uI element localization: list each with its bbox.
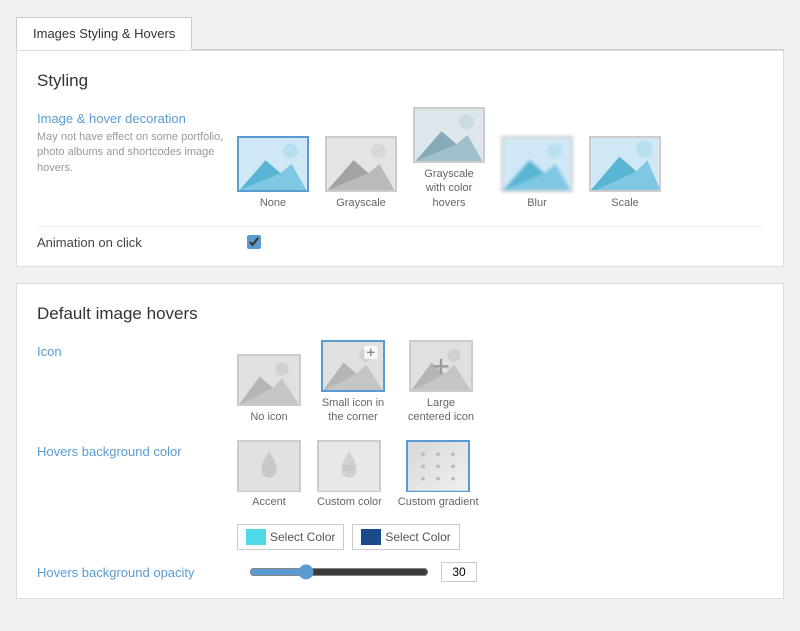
icon-label: Icon — [37, 344, 237, 359]
decoration-label-col: Image & hover decoration May not have ef… — [37, 107, 237, 176]
swatch-1 — [246, 529, 266, 545]
select-color-label-1: Select Color — [270, 530, 335, 544]
tile-no-icon — [237, 354, 301, 406]
option-no-icon-label: No icon — [250, 410, 287, 424]
bg-color-options: Accent Custom color — [237, 440, 479, 508]
divider1 — [37, 226, 763, 227]
animation-label: Animation on click — [37, 235, 237, 250]
bg-color-label-col: Hovers background color — [37, 440, 237, 459]
animation-checkbox[interactable] — [247, 235, 261, 249]
select-color-btn-2[interactable]: Select Color — [352, 524, 459, 550]
tile-grayscale-color — [413, 107, 485, 163]
option-blur[interactable]: Blur — [501, 136, 573, 210]
bg-color-row: Hovers background color Accent — [37, 440, 763, 508]
decoration-label: Image & hover decoration — [37, 111, 237, 126]
icon-options: No icon — [237, 340, 477, 425]
tile-accent — [237, 440, 301, 492]
option-grayscale-color[interactable]: Grayscale with color hovers — [413, 107, 485, 210]
tile-custom-gradient — [406, 440, 470, 492]
tile-large-icon — [409, 340, 473, 392]
option-none[interactable]: None — [237, 136, 309, 210]
decoration-desc: May not have effect on some portfolio, p… — [37, 130, 237, 176]
option-custom-color-label: Custom color — [317, 496, 382, 508]
option-none-label: None — [260, 196, 286, 210]
tile-small-icon — [321, 340, 385, 392]
tab-bar: Images Styling & Hovers — [16, 16, 784, 50]
option-custom-gradient-label: Custom gradient — [398, 496, 479, 508]
opacity-input[interactable]: 30 — [441, 562, 477, 582]
tile-grayscale — [325, 136, 397, 192]
icon-row: Icon No icon — [37, 340, 763, 425]
option-scale-label: Scale — [611, 196, 639, 210]
select-color-row: Select Color Select Color — [237, 524, 763, 550]
option-custom-color[interactable]: Custom color — [317, 440, 382, 508]
decoration-row: Image & hover decoration May not have ef… — [37, 107, 763, 210]
hover-title: Default image hovers — [37, 304, 763, 324]
tile-none — [237, 136, 309, 192]
option-scale[interactable]: Scale — [589, 136, 661, 210]
styling-title: Styling — [37, 71, 763, 91]
tile-blur — [501, 136, 573, 192]
option-accent[interactable]: Accent — [237, 440, 301, 508]
option-grayscale-color-label: Grayscale with color hovers — [413, 167, 485, 210]
option-grayscale-label: Grayscale — [336, 196, 386, 210]
select-color-btn-1[interactable]: Select Color — [237, 524, 344, 550]
option-accent-label: Accent — [252, 496, 286, 508]
option-custom-gradient[interactable]: Custom gradient — [398, 440, 479, 508]
opacity-slider[interactable] — [249, 564, 429, 580]
option-large-icon-label: Large centered icon — [405, 396, 477, 425]
styling-section: Styling Image & hover decoration May not… — [16, 50, 784, 267]
tile-scale — [589, 136, 661, 192]
hover-section: Default image hovers Icon — [16, 283, 784, 600]
option-no-icon[interactable]: No icon — [237, 354, 301, 424]
option-grayscale[interactable]: Grayscale — [325, 136, 397, 210]
tab-images-styling[interactable]: Images Styling & Hovers — [16, 17, 192, 50]
option-blur-label: Blur — [527, 196, 547, 210]
tile-custom-color — [317, 440, 381, 492]
swatch-2 — [361, 529, 381, 545]
opacity-label: Hovers background opacity — [37, 565, 237, 580]
option-small-icon-label: Small icon in the corner — [317, 396, 389, 425]
option-small-icon[interactable]: Small icon in the corner — [317, 340, 389, 425]
opacity-row: Hovers background opacity 30 — [37, 550, 763, 582]
bg-color-label: Hovers background color — [37, 444, 237, 459]
select-color-label-2: Select Color — [385, 530, 450, 544]
option-large-icon[interactable]: Large centered icon — [405, 340, 477, 425]
icon-label-col: Icon — [37, 340, 237, 359]
animation-row: Animation on click — [37, 235, 763, 250]
decoration-options: None Grayscale — [237, 107, 661, 210]
